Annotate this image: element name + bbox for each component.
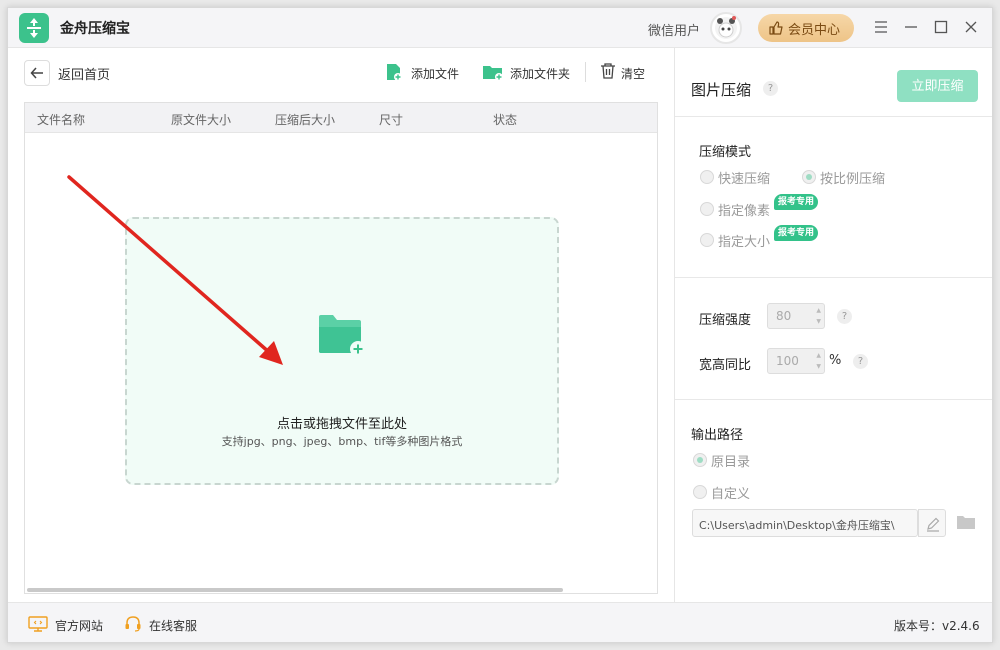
- output-path-field[interactable]: C:\Users\admin\Desktop\金舟压缩宝\: [692, 509, 918, 537]
- add-file-icon: [387, 64, 402, 81]
- app-logo-icon: [19, 13, 49, 43]
- file-list: 文件名称 原文件大小 压缩后大小 尺寸 状态 点击或拖拽文件至此处 支持jpg、…: [24, 102, 658, 594]
- output-path-label: 输出路径: [691, 428, 744, 443]
- add-folder-button[interactable]: 添加文件夹: [482, 62, 576, 84]
- divider: [675, 277, 992, 278]
- add-file-button[interactable]: 添加文件: [384, 62, 464, 84]
- back-button[interactable]: [24, 60, 50, 86]
- option-custom-dir[interactable]: 自定义: [711, 483, 750, 502]
- online-support-link[interactable]: 在线客服: [124, 615, 214, 635]
- radio-fast-compress[interactable]: [700, 170, 714, 184]
- radio-specify-size[interactable]: [700, 233, 714, 247]
- compress-now-button[interactable]: 立即压缩: [897, 70, 978, 102]
- stepper-down-icon[interactable]: ▼: [816, 318, 821, 325]
- radio-ratio-compress[interactable]: [802, 170, 816, 184]
- strength-label: 压缩强度: [699, 313, 752, 328]
- output-path-text: C:\Users\admin\Desktop\金舟压缩宝\: [699, 519, 895, 532]
- help-icon[interactable]: ?: [837, 309, 852, 324]
- option-original-dir[interactable]: 原目录: [711, 451, 750, 470]
- folder-icon[interactable]: [956, 514, 976, 534]
- title-bar: 金舟压缩宝 微信用户 会员中心: [8, 8, 992, 48]
- column-header-compressed-size: 压缩后大小: [275, 113, 336, 127]
- drop-zone-subtitle: 支持jpg、png、jpeg、bmp、tif等多种图片格式: [221, 435, 463, 448]
- help-icon[interactable]: ?: [763, 81, 778, 96]
- column-header-name: 文件名称: [37, 113, 86, 127]
- close-icon[interactable]: [962, 18, 980, 36]
- footer: 官方网站 在线客服 版本号：v2.4.6: [8, 602, 992, 642]
- file-list-header: 文件名称 原文件大小 压缩后大小 尺寸 状态: [25, 103, 657, 133]
- clear-label: 清空: [621, 67, 646, 81]
- stepper-up-icon[interactable]: ▲: [816, 352, 821, 359]
- column-header-status: 状态: [493, 113, 518, 127]
- official-website-link[interactable]: 官方网站: [28, 615, 118, 635]
- option-specify-size[interactable]: 指定大小: [718, 231, 770, 250]
- monitor-icon: [28, 616, 48, 632]
- column-header-original-size: 原文件大小: [171, 113, 232, 127]
- thumbs-up-icon: [769, 21, 783, 35]
- help-icon[interactable]: ?: [853, 354, 868, 369]
- radio-original-dir[interactable]: [693, 453, 707, 467]
- compress-mode-label: 压缩模式: [699, 145, 752, 160]
- member-center-button[interactable]: 会员中心: [758, 14, 854, 42]
- trash-icon: [601, 63, 615, 79]
- aspect-ratio-label: 宽高同比: [699, 358, 752, 373]
- horizontal-scrollbar[interactable]: [27, 588, 563, 592]
- stepper-down-icon[interactable]: ▼: [816, 363, 821, 370]
- radio-custom-dir[interactable]: [693, 485, 707, 499]
- add-folder-icon: [483, 66, 503, 81]
- column-header-dimensions: 尺寸: [379, 113, 404, 127]
- add-folder-label: 添加文件夹: [510, 67, 571, 81]
- aspect-ratio-stepper[interactable]: 100 ▲ ▼: [767, 348, 825, 374]
- divider: [675, 399, 992, 400]
- minimize-icon[interactable]: [902, 18, 920, 36]
- user-name[interactable]: 微信用户: [648, 20, 700, 39]
- headset-icon: [125, 616, 141, 632]
- avatar[interactable]: [710, 12, 742, 44]
- exam-badge: 报考专用: [774, 194, 819, 210]
- clear-button[interactable]: 清空: [600, 62, 656, 84]
- exam-badge: 报考专用: [774, 225, 819, 241]
- option-specify-pixels[interactable]: 指定像素: [718, 200, 770, 219]
- online-support-label: 在线客服: [149, 619, 198, 633]
- stepper-up-icon[interactable]: ▲: [816, 307, 821, 314]
- panel-title: 图片压缩: [691, 81, 752, 99]
- option-ratio-compress[interactable]: 按比例压缩: [820, 168, 885, 187]
- add-folder-icon: [317, 313, 367, 363]
- red-arrow-annotation: [67, 175, 283, 365]
- arrow-left-icon: [30, 67, 43, 79]
- strength-stepper[interactable]: 80 ▲ ▼: [767, 303, 825, 329]
- radio-specify-pixels[interactable]: [700, 202, 714, 216]
- back-label[interactable]: 返回首页: [58, 64, 110, 83]
- maximize-icon[interactable]: [932, 18, 950, 36]
- toolbar-divider: [585, 62, 586, 82]
- percent-unit: %: [829, 353, 842, 368]
- divider: [675, 116, 992, 117]
- version-text: 版本号：v2.4.6: [894, 619, 980, 633]
- member-center-label: 会员中心: [788, 23, 841, 38]
- official-website-label: 官方网站: [55, 619, 104, 633]
- pencil-icon: [927, 517, 940, 532]
- aspect-ratio-value: 100: [776, 354, 799, 368]
- edit-path-button[interactable]: [918, 509, 946, 537]
- strength-value: 80: [776, 309, 792, 323]
- menu-icon[interactable]: [872, 18, 890, 36]
- add-file-label: 添加文件: [411, 67, 460, 81]
- app-title: 金舟压缩宝: [60, 21, 130, 37]
- app-window: 金舟压缩宝 微信用户 会员中心 返回首页 添加文件 添加文件夹 清空 文件名称 …: [7, 7, 993, 643]
- option-fast-compress[interactable]: 快速压缩: [718, 168, 770, 187]
- settings-panel: 图片压缩 ? 立即压缩 压缩模式 快速压缩 按比例压缩 指定像素 报考专用 指定…: [674, 48, 992, 602]
- drop-zone-title: 点击或拖拽文件至此处: [276, 417, 407, 432]
